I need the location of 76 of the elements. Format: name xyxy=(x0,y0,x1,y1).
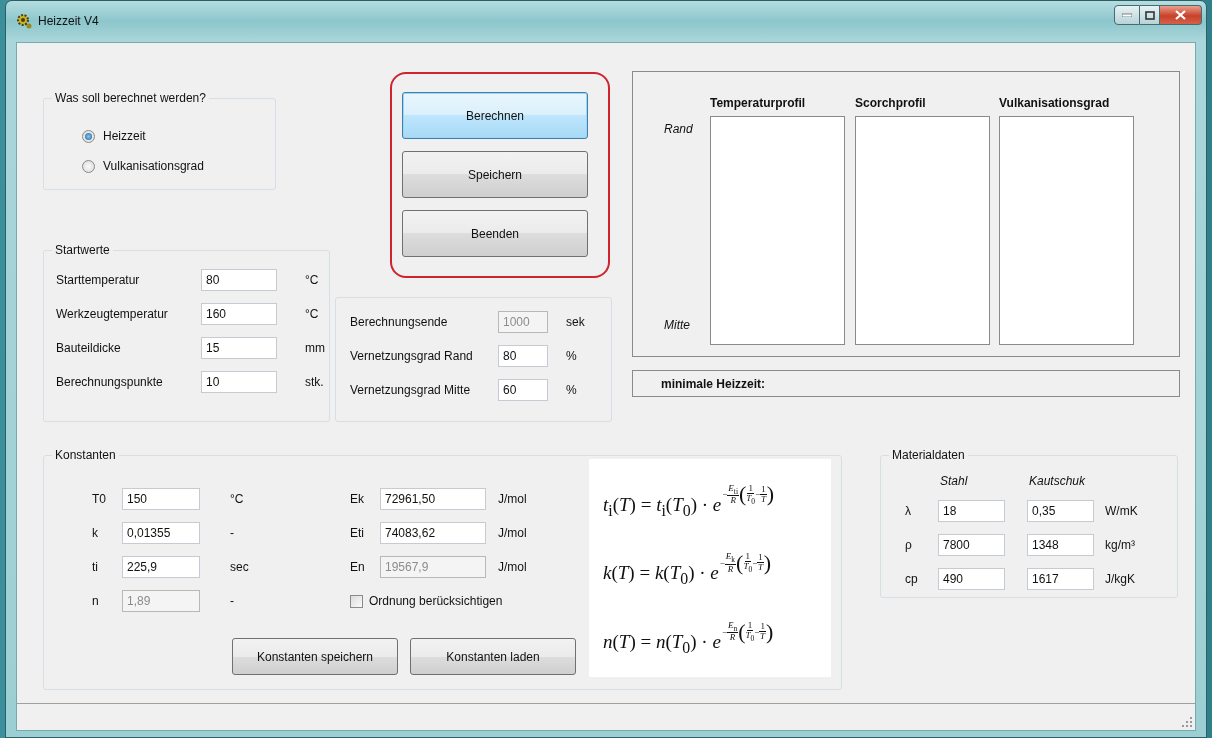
input-field[interactable]: 72961,50 xyxy=(380,488,486,510)
unit-label: stk. xyxy=(305,375,325,389)
input-field[interactable]: 1617 xyxy=(1027,568,1094,590)
input-field[interactable]: 15 xyxy=(201,337,277,359)
field-label: Bauteildicke xyxy=(56,341,122,355)
unit-label: mm xyxy=(305,341,326,355)
input-field[interactable]: 18 xyxy=(938,500,1005,522)
unit-label: - xyxy=(230,594,235,608)
unit-label: % xyxy=(566,383,578,397)
close-button[interactable] xyxy=(1160,5,1202,25)
input-field[interactable]: 1348 xyxy=(1027,534,1094,556)
action-button[interactable]: Beenden xyxy=(402,210,588,257)
field-label: Ek xyxy=(350,492,365,506)
window-title: Heizzeit V4 xyxy=(38,14,99,28)
column-header: Vulkanisationsgrad xyxy=(999,96,1111,112)
input-field[interactable]: 160 xyxy=(201,303,277,325)
input-field[interactable]: 150 xyxy=(122,488,200,510)
unit-label: kg/m³ xyxy=(1105,538,1136,552)
minimize-button[interactable] xyxy=(1114,5,1140,25)
field-label: Starttemperatur xyxy=(56,273,141,287)
symbol-label: ρ xyxy=(905,538,913,552)
unit-label: °C xyxy=(230,492,245,506)
field-label: En xyxy=(350,560,366,574)
checkbox-option[interactable]: Ordnung berücksichtigen xyxy=(350,590,546,612)
field-label: Vernetzungsgrad Mitte xyxy=(350,383,472,397)
input-field[interactable]: 60 xyxy=(498,379,548,401)
field-label: n xyxy=(92,594,100,608)
radio-option[interactable]: Vulkanisationsgrad xyxy=(82,159,275,173)
constants-button[interactable]: Konstanten laden xyxy=(410,638,576,675)
unit-label: - xyxy=(230,526,235,540)
unit-label: J/kgK xyxy=(1105,572,1136,586)
unit-label: sec xyxy=(230,560,250,574)
constants-button[interactable]: Konstanten speichern xyxy=(232,638,398,675)
field-label: Berechnungspunkte xyxy=(56,375,164,389)
input-field[interactable]: 7800 xyxy=(938,534,1005,556)
symbol-label: cp xyxy=(905,572,919,586)
input-field[interactable]: 10 xyxy=(201,371,277,393)
action-button[interactable]: Berechnen xyxy=(402,92,588,139)
field-label: Werkzeugtemperatur xyxy=(56,307,169,321)
unit-label: J/mol xyxy=(498,492,528,506)
maximize-button[interactable] xyxy=(1140,5,1160,25)
input-field[interactable]: 0,01355 xyxy=(122,522,200,544)
field-label: T0 xyxy=(92,492,107,506)
resize-grip-icon[interactable] xyxy=(1182,717,1192,727)
field-label: Eti xyxy=(350,526,365,540)
field-label: k xyxy=(92,526,99,540)
column-header: Temperaturprofil xyxy=(710,96,807,112)
field-label: ti xyxy=(92,560,99,574)
input-field[interactable]: 74083,62 xyxy=(380,522,486,544)
row-label: Mitte xyxy=(664,318,691,332)
gear-icon xyxy=(16,13,32,29)
symbol-label: λ xyxy=(905,504,912,518)
maximize-icon xyxy=(1144,10,1155,20)
column-header: Kautschuk xyxy=(1028,474,1087,488)
unit-label: °C xyxy=(305,307,320,321)
column-header: Stahl xyxy=(939,474,969,488)
unit-label: J/mol xyxy=(498,526,528,540)
input-field[interactable]: 80 xyxy=(498,345,548,367)
minimize-icon xyxy=(1122,13,1132,17)
field-label: Vernetzungsgrad Rand xyxy=(350,349,474,363)
input-field[interactable]: 225,9 xyxy=(122,556,200,578)
radio-option[interactable]: Heizzeit xyxy=(82,129,275,143)
action-button[interactable]: Speichern xyxy=(402,151,588,198)
result-label: minimale Heizzeit: xyxy=(661,377,766,391)
unit-label: % xyxy=(566,349,578,363)
close-icon xyxy=(1175,10,1186,20)
row-label: Rand xyxy=(664,122,694,136)
column-header: Scorchprofil xyxy=(855,96,927,112)
input-field[interactable]: 0,35 xyxy=(1027,500,1094,522)
unit-label: sek xyxy=(566,315,586,329)
unit-label: J/mol xyxy=(498,560,528,574)
input-field[interactable]: 490 xyxy=(938,568,1005,590)
unit-label: W/mK xyxy=(1105,504,1139,518)
unit-label: °C xyxy=(305,273,320,287)
field-label: Berechnungsende xyxy=(350,315,449,329)
input-field[interactable]: 80 xyxy=(201,269,277,291)
